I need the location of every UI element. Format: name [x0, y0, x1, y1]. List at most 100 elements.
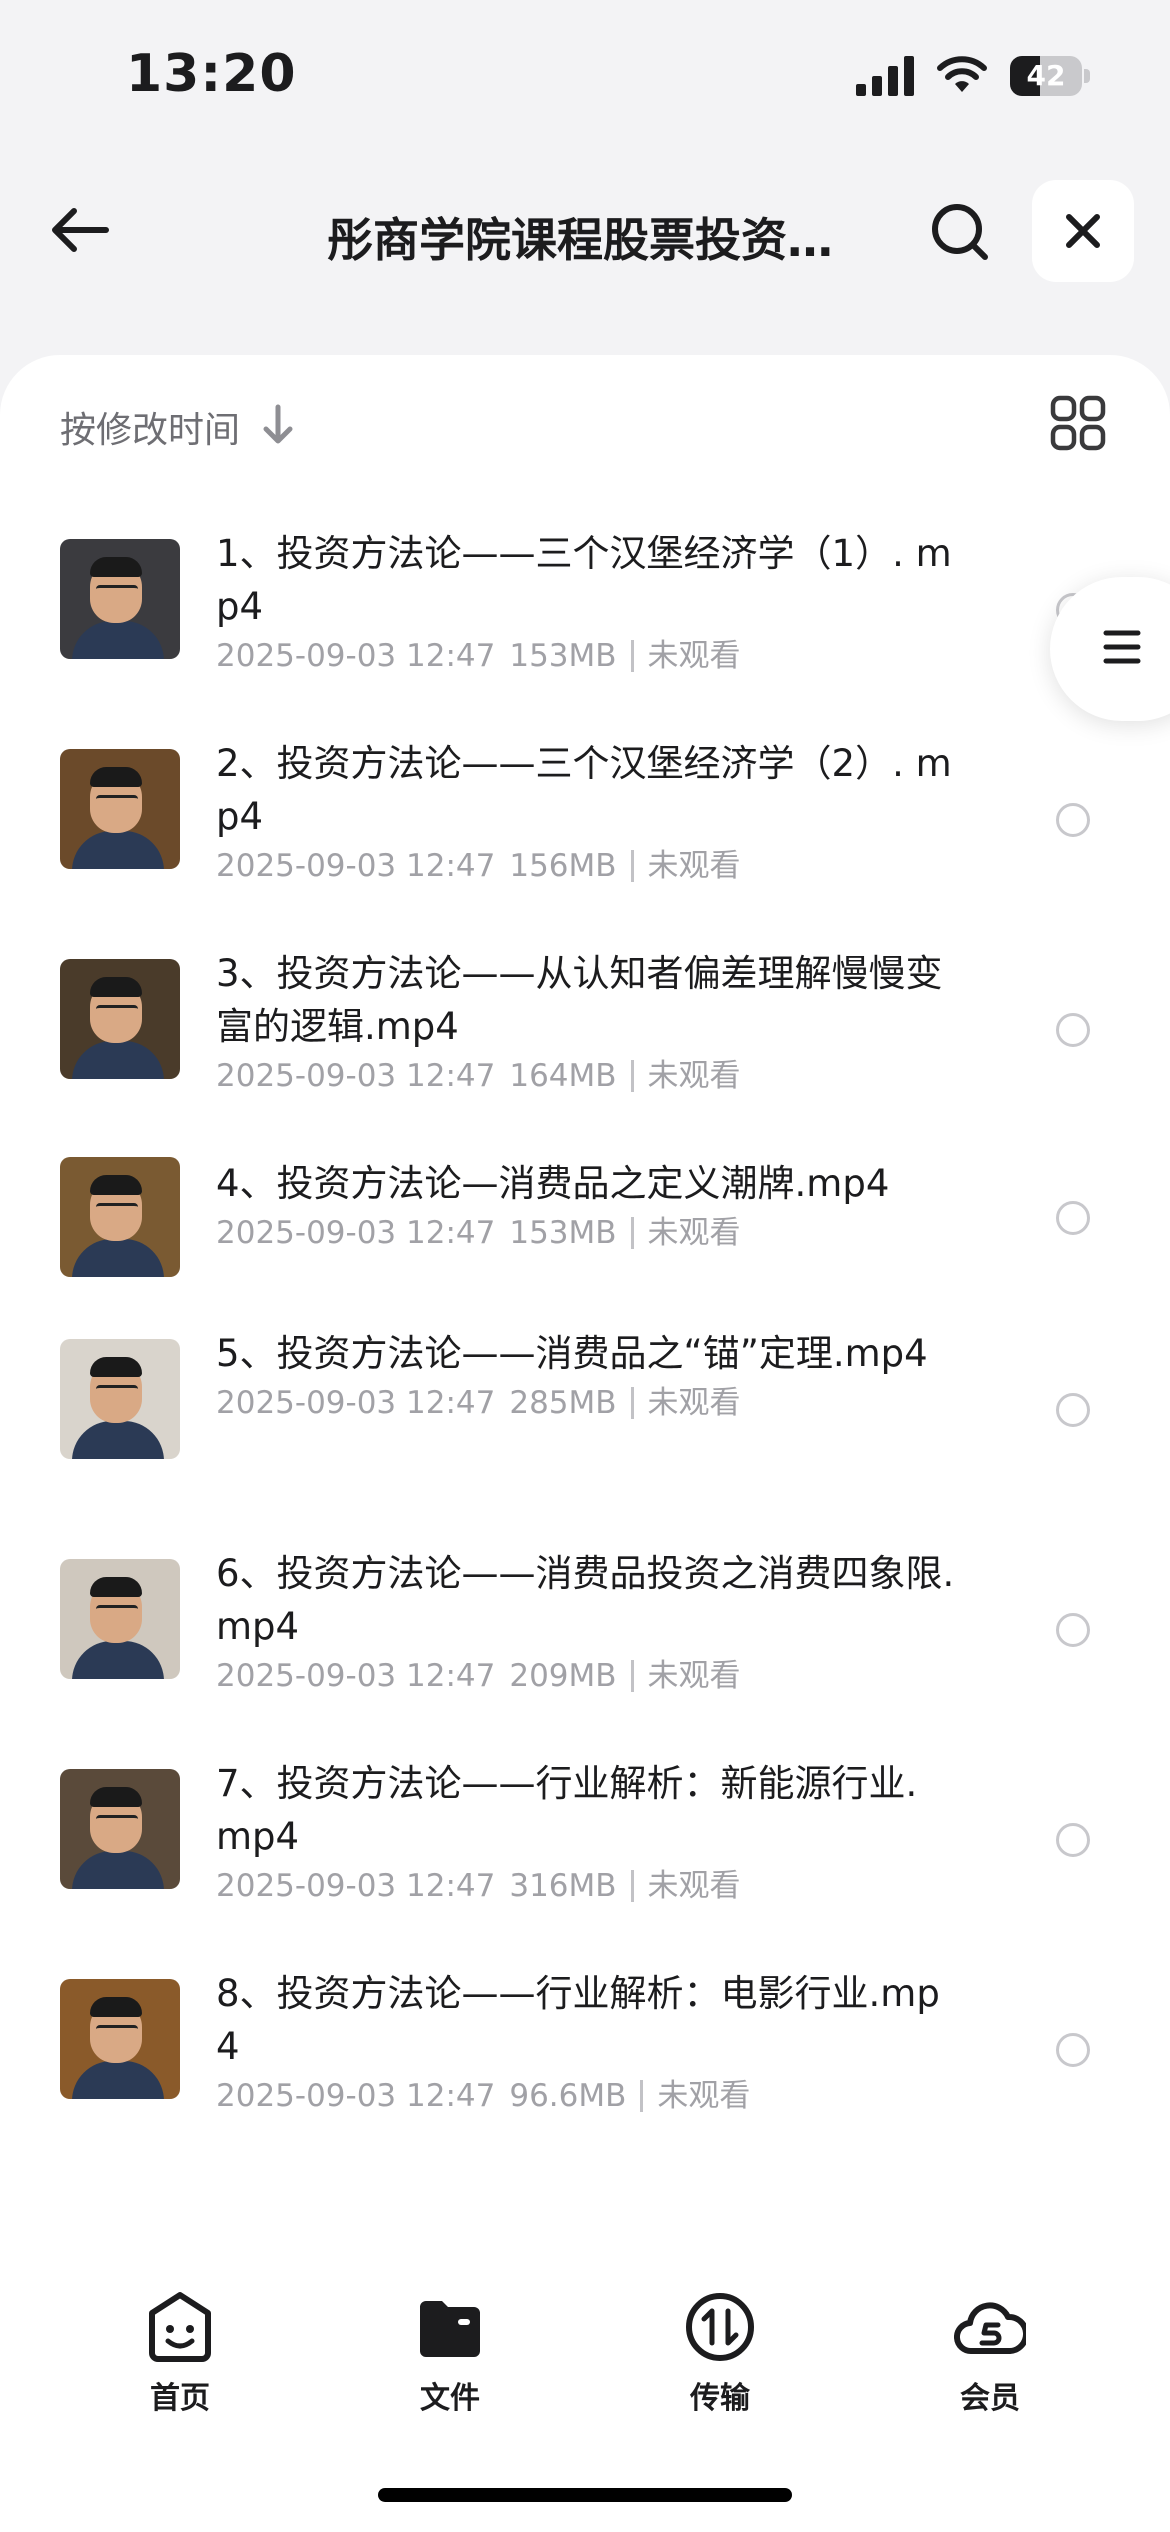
wifi-icon	[937, 56, 987, 92]
grid-view-icon[interactable]	[1050, 395, 1106, 451]
file-list-panel: 按修改时间 1、投资方法论——三个汉堡经济学（1）. mp4 2025-09-03…	[0, 355, 1170, 2255]
search-button[interactable]	[920, 192, 1000, 272]
sort-bar: 按修改时间	[0, 355, 1170, 495]
file-meta: 2025-09-03 12:47 285MB 未观看	[216, 1380, 956, 1426]
cellular-signal-icon	[856, 56, 914, 96]
back-button[interactable]	[40, 190, 120, 270]
select-radio[interactable]	[1056, 1613, 1090, 1647]
file-info: 2、投资方法论——三个汉堡经济学（2）. mp4 2025-09-03 12:47…	[216, 737, 956, 889]
file-list-item[interactable]: 7、投资方法论——行业解析：新能源行业. mp4 2025-09-03 12:47…	[0, 1743, 1170, 1953]
video-thumbnail	[60, 1559, 180, 1679]
meta-divider	[630, 1660, 634, 1692]
status-icons: 42	[856, 52, 1090, 100]
watch-status: 未观看	[647, 1215, 741, 1251]
sort-down-arrow-icon[interactable]	[258, 403, 298, 447]
file-list: 1、投资方法论——三个汉堡经济学（1）. mp4 2025-09-03 12:47…	[0, 513, 1170, 2163]
select-radio[interactable]	[1056, 1013, 1090, 1047]
watch-status: 未观看	[657, 2078, 751, 2114]
file-list-item[interactable]: 2、投资方法论——三个汉堡经济学（2）. mp4 2025-09-03 12:47…	[0, 723, 1170, 933]
file-list-item[interactable]: 3、投资方法论——从认知者偏差理解慢慢变富的逻辑.mp4 2025-09-03 1…	[0, 933, 1170, 1143]
folder-icon	[420, 2301, 480, 2357]
file-list-item[interactable]: 8、投资方法论——行业解析：电影行业.mp4 2025-09-03 12:47 96…	[0, 1953, 1170, 2163]
file-size: 209MB	[509, 1658, 617, 1694]
tab-transfer-label: 传输	[690, 2381, 750, 2416]
close-icon	[1066, 214, 1100, 248]
file-date: 2025-09-03 12:47	[216, 1658, 496, 1694]
file-name: 2、投资方法论——三个汉堡经济学（2）. mp4	[216, 742, 952, 838]
battery-icon: 42	[1010, 56, 1090, 96]
file-meta: 2025-09-03 12:47 153MB 未观看	[216, 633, 956, 679]
page-title: 彤商学院课程股票投资…	[327, 213, 833, 267]
file-name: 6、投资方法论——消费品投资之消费四象限.mp4	[216, 1552, 955, 1648]
status-time: 13:20	[126, 44, 297, 104]
meta-divider	[630, 1060, 634, 1092]
file-list-item[interactable]: 1、投资方法论——三个汉堡经济学（1）. mp4 2025-09-03 12:47…	[0, 513, 1170, 723]
file-name: 7、投资方法论——行业解析：新能源行业. mp4	[216, 1762, 918, 1858]
file-info: 8、投资方法论——行业解析：电影行业.mp4 2025-09-03 12:47 96…	[216, 1967, 956, 2119]
meta-divider	[630, 640, 634, 672]
watch-status: 未观看	[647, 1868, 741, 1904]
file-date: 2025-09-03 12:47	[216, 1868, 496, 1904]
file-name: 8、投资方法论——行业解析：电影行业.mp4	[216, 1972, 940, 2068]
select-radio[interactable]	[1056, 1201, 1090, 1235]
file-name: 3、投资方法论——从认知者偏差理解慢慢变富的逻辑.mp4	[216, 952, 943, 1048]
home-face-icon	[149, 2292, 211, 2362]
sort-button[interactable]: 按修改时间	[60, 401, 240, 453]
watch-status: 未观看	[647, 1385, 741, 1421]
video-thumbnail	[60, 749, 180, 869]
video-thumbnail	[60, 539, 180, 659]
file-browser-screen: 13:20 42 彤商学院课程股票投资… 按修改时间 1、投资方法论——三个汉堡…	[0, 0, 1170, 2532]
watch-status: 未观看	[647, 848, 741, 884]
file-size: 96.6MB	[509, 2078, 627, 2114]
watch-status: 未观看	[647, 1058, 741, 1094]
file-meta: 2025-09-03 12:47 209MB 未观看	[216, 1653, 956, 1699]
watch-status: 未观看	[647, 638, 741, 674]
file-size: 156MB	[509, 848, 617, 884]
file-meta: 2025-09-03 12:47 316MB 未观看	[216, 1863, 956, 1909]
select-radio[interactable]	[1056, 1823, 1090, 1857]
video-thumbnail	[60, 1339, 180, 1459]
file-date: 2025-09-03 12:47	[216, 638, 496, 674]
file-name: 5、投资方法论——消费品之“锚”定理.mp4	[216, 1332, 928, 1375]
file-size: 153MB	[509, 638, 617, 674]
video-thumbnail	[60, 1769, 180, 1889]
file-meta: 2025-09-03 12:47 164MB 未观看	[216, 1053, 956, 1099]
file-name: 1、投资方法论——三个汉堡经济学（1）. mp4	[216, 532, 952, 628]
file-size: 285MB	[509, 1385, 617, 1421]
meta-divider	[630, 1217, 634, 1249]
file-info: 7、投资方法论——行业解析：新能源行业. mp4 2025-09-03 12:47…	[216, 1757, 956, 1909]
video-thumbnail	[60, 959, 180, 1079]
meta-divider	[630, 850, 634, 882]
select-radio[interactable]	[1056, 1393, 1090, 1427]
close-button[interactable]	[1032, 180, 1134, 282]
tab-home[interactable]: 首页	[90, 2291, 270, 2416]
file-info: 6、投资方法论——消费品投资之消费四象限.mp4 2025-09-03 12:47…	[216, 1547, 956, 1699]
tab-transfer[interactable]: 传输	[630, 2291, 810, 2416]
meta-divider	[640, 2080, 644, 2112]
tab-member[interactable]: 会员	[900, 2291, 1080, 2416]
meta-divider	[630, 1870, 634, 1902]
tab-files[interactable]: 文件	[360, 2291, 540, 2416]
file-meta: 2025-09-03 12:47 156MB 未观看	[216, 843, 956, 889]
back-arrow-icon	[52, 208, 109, 252]
file-meta: 2025-09-03 12:47 153MB 未观看	[216, 1210, 956, 1256]
nav-bar: 彤商学院课程股票投资…	[0, 170, 1170, 290]
menu-lines-icon	[1103, 630, 1141, 664]
file-date: 2025-09-03 12:47	[216, 1058, 496, 1094]
transfer-icon	[686, 2293, 754, 2361]
select-radio[interactable]	[1056, 2033, 1090, 2067]
file-date: 2025-09-03 12:47	[216, 1385, 496, 1421]
video-thumbnail	[60, 1157, 180, 1277]
file-info: 1、投资方法论——三个汉堡经济学（1）. mp4 2025-09-03 12:47…	[216, 527, 956, 679]
file-size: 164MB	[509, 1058, 617, 1094]
file-date: 2025-09-03 12:47	[216, 848, 496, 884]
file-list-item[interactable]: 6、投资方法论——消费品投资之消费四象限.mp4 2025-09-03 12:47…	[0, 1533, 1170, 1743]
file-info: 3、投资方法论——从认知者偏差理解慢慢变富的逻辑.mp4 2025-09-03 1…	[216, 947, 956, 1099]
file-size: 153MB	[509, 1215, 617, 1251]
file-list-item[interactable]: 4、投资方法论—消费品之定义潮牌.mp4 2025-09-03 12:47 153M…	[0, 1143, 1170, 1313]
file-info: 4、投资方法论—消费品之定义潮牌.mp4 2025-09-03 12:47 153M…	[216, 1157, 956, 1256]
tab-files-label: 文件	[420, 2381, 480, 2416]
file-list-item[interactable]: 5、投资方法论——消费品之“锚”定理.mp4 2025-09-03 12:47 28…	[0, 1313, 1170, 1533]
meta-divider	[630, 1387, 634, 1419]
select-radio[interactable]	[1056, 803, 1090, 837]
